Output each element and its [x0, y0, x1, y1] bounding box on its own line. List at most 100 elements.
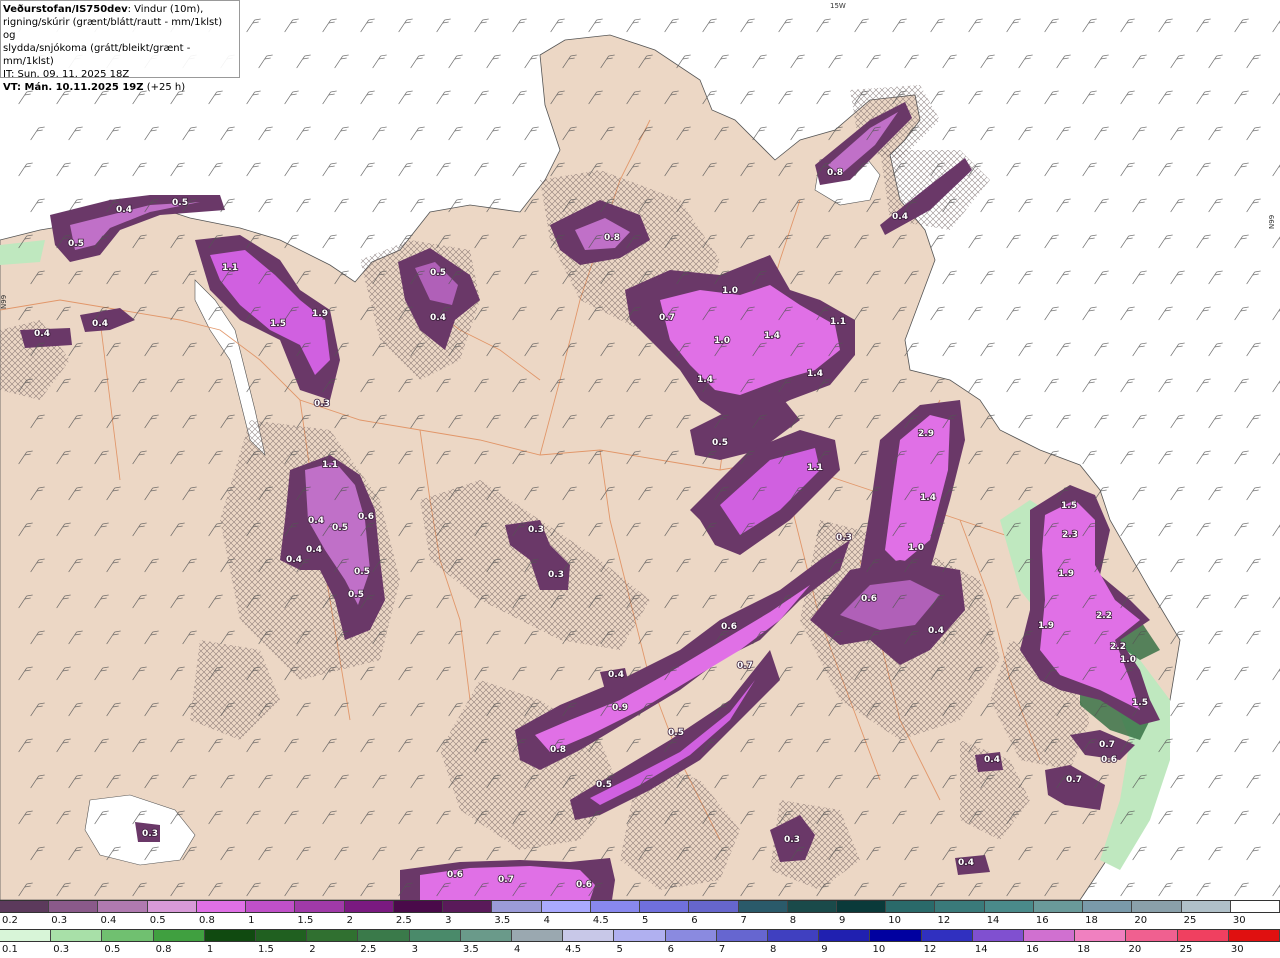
snow-label: 30 — [1232, 915, 1246, 926]
info-line2: rigning/skúrir (grænt/blátt/rautt - mm/1… — [3, 17, 223, 41]
precip-value-label: 0.4 — [608, 670, 624, 680]
rain-swatch — [870, 930, 922, 941]
precip-value-label: 0.6 — [1101, 755, 1117, 765]
snow-legend-bar — [0, 900, 1280, 913]
lat-label-left: N99 — [0, 295, 8, 309]
rain-swatch — [256, 930, 308, 941]
snow-swatch — [49, 901, 99, 912]
snow-label: 7 — [740, 915, 747, 926]
precip-value-label: 0.4 — [892, 212, 908, 222]
rain-label: 20 — [1128, 944, 1142, 955]
precip-value-label: 1.5 — [1061, 501, 1077, 511]
rain-label: 3 — [411, 944, 418, 955]
snow-swatch — [541, 901, 591, 912]
rain-label: 14 — [974, 944, 988, 955]
rain-label: 1 — [206, 944, 214, 955]
precip-value-label: 0.4 — [116, 205, 132, 215]
rain-label: 16 — [1026, 944, 1039, 955]
rain-swatch — [460, 930, 513, 941]
precip-value-label: 1.4 — [920, 493, 936, 503]
precip-value-label: 0.7 — [737, 661, 753, 671]
precip-value-label: 0.4 — [34, 329, 50, 339]
precip-value-label: 0.3 — [314, 399, 330, 409]
precip-value-label: 0.7 — [498, 875, 514, 885]
rain-label: 18 — [1077, 944, 1090, 955]
snow-swatch — [1181, 901, 1231, 912]
precip-value-label: 0.8 — [827, 168, 843, 178]
rain-label: 0.1 — [2, 944, 18, 955]
snow-label: 18 — [1085, 915, 1098, 926]
rain-swatch — [563, 930, 615, 941]
rain-legend-labels: 0.1 0.3 0.5 0.8 1 1.5 2 2.5 3 3.5 4 4.5 5 6 7 8 9 10 12 14 1… — [0, 943, 1280, 958]
snow-label: 12 — [937, 915, 951, 926]
precip-value-label: 0.4 — [306, 545, 322, 555]
rain-swatch — [819, 930, 871, 941]
snow-label: 16 — [1035, 915, 1049, 926]
info-line5-bold: VT: Mán. 10.11.2025 19Z — [3, 82, 144, 93]
rain-swatch — [972, 930, 1025, 941]
precip-value-label: 1.5 — [270, 319, 286, 329]
precip-value-label: 0.9 — [612, 703, 628, 713]
precip-value-label: 1.0 — [1120, 655, 1136, 665]
precip-value-label: 0.8 — [604, 233, 620, 243]
precip-value-label: 1.9 — [1058, 569, 1074, 579]
precip-value-label: 0.5 — [348, 590, 364, 600]
precip-value-label: 0.4 — [430, 313, 446, 323]
snow-label: 0.5 — [149, 915, 166, 926]
precip-value-label: 0.3 — [836, 533, 852, 543]
snow-label: 1 — [248, 915, 255, 926]
snow-label: 0.8 — [198, 915, 215, 926]
snow-legend: 0.2 0.3 0.4 0.5 0.8 1 1.5 2 2.5 3 3.5 4 4.5 5 6 7 8 9 10 12… — [0, 900, 1280, 929]
rain-swatch — [1228, 930, 1280, 941]
rain-label: 4.5 — [565, 944, 582, 955]
snow-swatch — [443, 901, 493, 912]
precip-value-label: 1.1 — [807, 463, 823, 473]
rain-swatch — [512, 930, 564, 941]
precip-value-label: 1.9 — [312, 309, 328, 319]
rain-label: 30 — [1230, 944, 1244, 955]
precip-value-label: 0.6 — [358, 512, 374, 522]
snow-label: 0.3 — [51, 915, 68, 926]
map-canvas: 15W N99 N99 0.5 0.4 0.5 0.4 0.4 1.1 1.5 1.9 0.3 0… — [0, 0, 1280, 900]
rain-label: 12 — [923, 944, 937, 955]
precip-value-label: 2.9 — [918, 429, 934, 439]
snow-swatch — [787, 901, 837, 912]
rain-label: 1.5 — [258, 944, 274, 955]
info-line5-rest: (+25 h) — [143, 82, 186, 93]
precip-value-label: 0.5 — [668, 728, 684, 738]
snow-label: 25 — [1183, 915, 1197, 926]
precip-value-label: 0.7 — [659, 313, 675, 323]
precip-value-label: 1.1 — [830, 317, 846, 327]
precip-value-label: 1.0 — [908, 543, 924, 553]
precip-value-label: 0.4 — [308, 516, 324, 526]
snow-swatch — [640, 901, 690, 912]
precip-value-label: 0.5 — [712, 438, 728, 448]
rain-label: 7 — [718, 944, 726, 955]
snow-label: 0.2 — [2, 915, 18, 926]
precip-value-label: 0.4 — [958, 858, 974, 868]
snow-swatch — [393, 901, 444, 912]
precip-value-label: 0.5 — [596, 780, 612, 790]
precip-value-label: 1.1 — [222, 263, 238, 273]
rain-swatch — [768, 930, 820, 941]
rain-label: 0.8 — [155, 944, 172, 955]
weather-map-view: 15W N99 N99 0.5 0.4 0.5 0.4 0.4 1.1 1.5 1.9 0.3 0… — [0, 0, 1280, 958]
rain-swatch — [1075, 930, 1127, 941]
rain-label: 9 — [821, 944, 828, 955]
rain-label: 3.5 — [462, 944, 479, 955]
snow-swatch — [344, 901, 394, 912]
rain-label: 8 — [770, 944, 777, 955]
snow-swatch — [984, 901, 1034, 912]
rain-swatch — [358, 930, 410, 941]
precip-value-label: 0.7 — [1099, 740, 1115, 750]
precip-value-label: 1.9 — [1038, 621, 1054, 631]
precip-value-label: 0.5 — [172, 198, 188, 208]
snow-label: 4 — [543, 915, 550, 926]
snow-label: 3.5 — [494, 915, 511, 926]
rain-swatch — [307, 930, 359, 941]
rain-swatch — [51, 930, 103, 941]
precip-value-label: 1.4 — [764, 331, 780, 341]
snow-swatch — [492, 901, 542, 912]
rain-swatch — [1126, 930, 1178, 941]
snow-swatch — [0, 901, 50, 912]
